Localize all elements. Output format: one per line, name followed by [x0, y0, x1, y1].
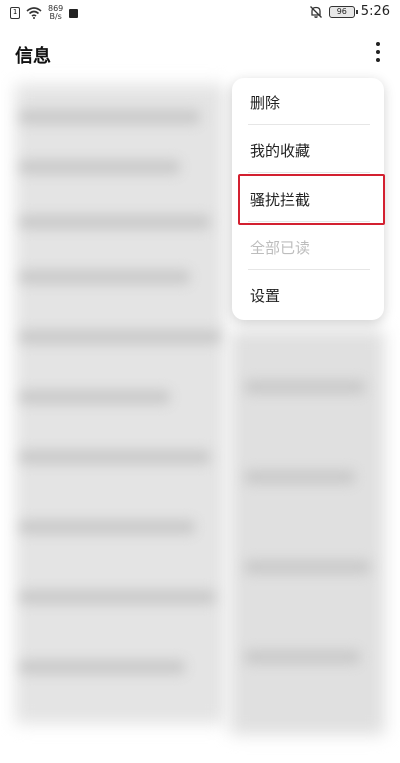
more-vertical-icon-dot — [376, 58, 380, 62]
status-bar: 1 869 B/s 96 5:26 — [0, 0, 400, 26]
status-right: 96 5:26 — [309, 4, 390, 19]
list-item[interactable] — [245, 650, 360, 664]
list-item[interactable] — [20, 215, 210, 229]
page-title: 信息 — [15, 46, 51, 67]
status-left: 1 869 B/s — [10, 5, 79, 21]
menu-item-favorites[interactable]: 我的收藏 — [250, 140, 310, 161]
network-speed: 869 B/s — [48, 5, 63, 21]
battery-level: 96 — [336, 6, 347, 16]
list-item[interactable] — [245, 470, 355, 484]
app-header: 信息 — [0, 30, 400, 76]
highlight-box — [238, 174, 385, 225]
menu-divider — [248, 269, 370, 270]
list-item[interactable] — [20, 520, 195, 534]
list-item[interactable] — [20, 660, 185, 674]
menu-divider — [248, 124, 370, 125]
list-item[interactable] — [20, 330, 220, 344]
sim-icon: 1 — [10, 7, 20, 19]
network-speed-unit: B/s — [49, 12, 62, 21]
more-vertical-icon-dot — [376, 50, 380, 54]
list-item[interactable] — [20, 590, 215, 604]
notification-icon — [69, 8, 79, 18]
battery-icon: 96 — [328, 5, 358, 18]
list-item[interactable] — [20, 270, 190, 284]
list-item[interactable] — [20, 110, 200, 124]
list-item[interactable] — [20, 160, 180, 174]
menu-item-settings[interactable]: 设置 — [250, 285, 280, 306]
menu-item-delete[interactable]: 删除 — [250, 92, 280, 113]
mute-bell-icon — [309, 5, 322, 18]
blurred-list-region — [15, 84, 225, 724]
list-item[interactable] — [20, 450, 210, 464]
wifi-icon — [26, 7, 42, 19]
more-options-button[interactable] — [368, 40, 388, 64]
list-item[interactable] — [245, 560, 370, 574]
status-time: 5:26 — [360, 4, 390, 19]
menu-item-mark-all-read: 全部已读 — [250, 239, 311, 257]
list-item[interactable] — [20, 390, 170, 404]
more-vertical-icon — [376, 42, 380, 46]
menu-divider — [248, 172, 370, 173]
list-item[interactable] — [245, 380, 365, 394]
